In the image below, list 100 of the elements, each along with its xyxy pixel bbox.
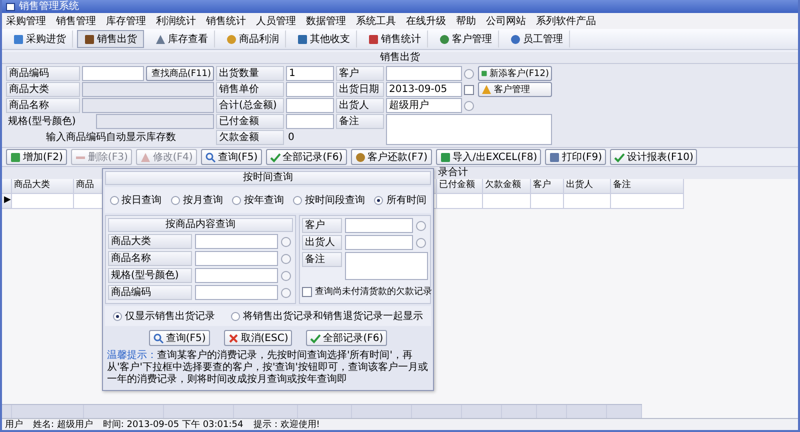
action-button[interactable]: 打印(F9) [545, 149, 606, 165]
status-text: 姓名: 超级用户 [33, 418, 93, 431]
section-header: 按时间查询 [105, 171, 431, 185]
radio-option[interactable]: 按时间段查询 [293, 193, 366, 207]
field-label: 出货日期 [336, 82, 384, 97]
column-header[interactable]: 欠款金额 [483, 179, 531, 194]
check-icon [614, 152, 626, 162]
header-cell [2, 179, 12, 194]
menu-item[interactable]: 公司网站 [486, 14, 526, 28]
dropdown-icon[interactable] [464, 100, 474, 110]
select-field[interactable] [195, 234, 278, 249]
dialog-button[interactable]: 查询(F5) [148, 330, 210, 346]
toolbar-button[interactable]: 员工管理 [503, 30, 570, 48]
column-header[interactable]: 客户 [531, 179, 564, 194]
field-label: 欠款金额 [216, 130, 284, 145]
select-field[interactable] [195, 251, 278, 266]
toolbar-button[interactable]: 库存查看 [148, 30, 215, 48]
field-label: 商品名称 [6, 98, 80, 113]
action-button[interactable]: 导入/出EXCEL(F8) [436, 149, 542, 165]
note-field[interactable] [345, 252, 428, 280]
menu-item[interactable]: 在线升级 [406, 14, 446, 28]
radio-option[interactable]: 仅显示销售出货记录 [113, 309, 215, 323]
input-field[interactable] [286, 98, 334, 113]
menu-item[interactable]: 采购管理 [6, 14, 46, 28]
field-label: 合计(总金额) [216, 98, 284, 113]
toolbar-button[interactable]: 其他收支 [290, 30, 357, 48]
menu-item[interactable]: 人员管理 [256, 14, 296, 28]
menu-item[interactable]: 利润统计 [156, 14, 196, 28]
select-field[interactable]: 超级用户 [386, 98, 462, 113]
check-icon [270, 152, 281, 162]
input-field[interactable] [82, 66, 144, 81]
radio-option[interactable]: 按日查询 [110, 193, 162, 207]
action-button[interactable]: 客户还款(F7) [350, 149, 432, 165]
field-label: 已付金额 [216, 114, 284, 129]
status-text: 提示：欢迎使用! [253, 418, 320, 431]
menu-item[interactable]: 系列软件产品 [536, 14, 596, 28]
radio-option[interactable]: 按年查询 [232, 193, 284, 207]
action-button[interactable]: 全部记录(F6) [266, 149, 347, 165]
field-label: 备注 [336, 114, 384, 129]
customer-manage-button[interactable]: 客户管理 [478, 82, 552, 97]
action-button[interactable]: 设计报表(F10) [610, 149, 698, 165]
field-label: 商品编码 [6, 66, 80, 81]
checkbox[interactable] [464, 84, 474, 94]
menu-item[interactable]: 销售统计 [206, 14, 246, 28]
toolbar-button[interactable]: 销售出货 [77, 30, 144, 48]
input-field[interactable] [286, 114, 334, 129]
table-cell [437, 194, 483, 209]
column-header[interactable]: 备注 [611, 179, 684, 194]
field-label: 客户 [302, 218, 342, 233]
select-field[interactable] [96, 114, 214, 129]
select-field[interactable] [386, 66, 462, 81]
column-header[interactable]: 出货人 [564, 179, 611, 194]
owed-value: 0 [287, 131, 296, 145]
menu-item[interactable]: 系统工具 [356, 14, 396, 28]
input-field[interactable] [82, 82, 214, 97]
menu-item[interactable]: 帮助 [456, 14, 476, 28]
field-label: 规格(型号颜色) [7, 114, 77, 129]
select-field[interactable] [345, 218, 413, 233]
select-field[interactable] [195, 268, 278, 283]
note-field[interactable] [386, 114, 552, 145]
toolbar-button[interactable]: 商品利润 [219, 30, 286, 48]
date-field[interactable]: 2013-09-05 [386, 82, 462, 97]
section-title: 销售出货 [2, 52, 798, 64]
check-icon [310, 332, 322, 344]
toolbar-button[interactable]: 销售统计 [361, 30, 428, 48]
dropdown-icon[interactable] [464, 68, 474, 78]
field-label: 备注 [302, 252, 342, 267]
radio-option[interactable]: 按月查询 [170, 193, 223, 207]
status-text: 用户 [5, 418, 23, 431]
table-cell [564, 194, 611, 209]
select-field[interactable] [345, 235, 413, 250]
menu-item[interactable]: 销售管理 [56, 14, 96, 28]
field-label: 客户 [336, 66, 384, 81]
field-label: 规格(型号颜色) [108, 268, 192, 283]
select-field[interactable] [195, 285, 278, 300]
toolbar-button[interactable]: 客户管理 [432, 30, 499, 48]
radio-option[interactable]: 所有时间 [374, 193, 426, 207]
tip-text: 温馨提示：查询某客户的消费记录，先按时间查询选择'所有时间'，再从'客户'下拉框中选择要查的客户，按'查询'按钮即可，查询该客户一月或一年的消费记录，则将时间改成按月查询或按年查询即 [106, 350, 429, 387]
table-cell [483, 194, 531, 209]
toolbar-button[interactable]: 采购进货 [6, 30, 73, 48]
app-icon [6, 2, 15, 10]
column-header[interactable]: 已付金额 [437, 179, 483, 194]
action-button[interactable]: 增加(F2) [6, 149, 67, 165]
find-button[interactable]: 查找商品(F11) [146, 66, 214, 81]
dialog-button[interactable]: 全部记录(F6) [306, 330, 388, 346]
close-icon [228, 332, 239, 344]
hint-text: 输入商品编码自动显示库存数 [45, 130, 177, 145]
input-field[interactable] [286, 82, 334, 97]
column-header[interactable]: 商品大类 [12, 179, 74, 194]
field-label: 商品大类 [6, 82, 80, 97]
dialog-button[interactable]: 取消(ESC) [224, 330, 292, 346]
input-field[interactable]: 1 [286, 66, 334, 81]
radio-option[interactable]: 将销售出货记录和销售退货记录一起显示 [231, 309, 423, 323]
section-header: 按商品内容查询 [108, 218, 293, 232]
action-button[interactable]: 查询(F5) [200, 149, 262, 165]
field-label: 商品编码 [108, 285, 192, 300]
new-customer-button[interactable]: 新添客户(F12) [478, 66, 552, 81]
input-field[interactable] [82, 98, 214, 113]
menu-item[interactable]: 库存管理 [106, 14, 146, 28]
menu-item[interactable]: 数据管理 [306, 14, 346, 28]
